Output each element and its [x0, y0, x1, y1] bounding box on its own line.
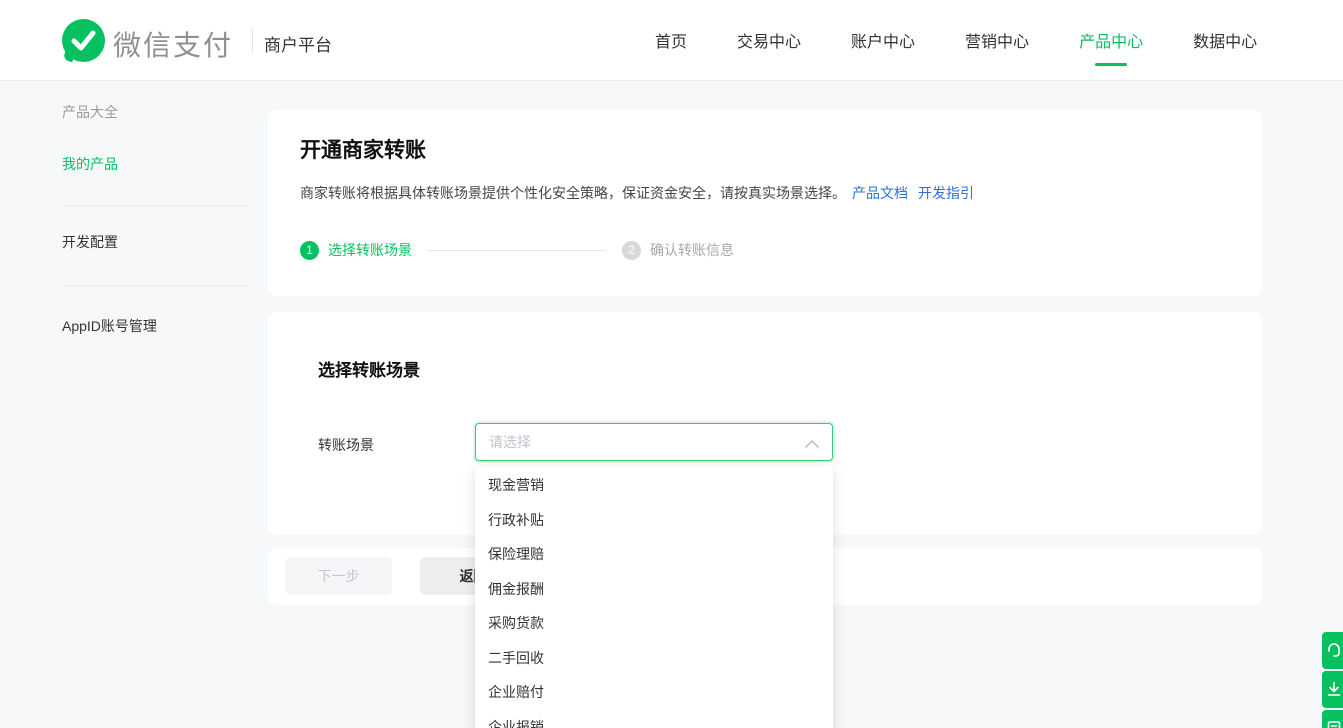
dev-guide-link[interactable]: 开发指引	[918, 185, 974, 201]
check-icon	[62, 19, 105, 62]
option-procurement-payment[interactable]: 采购货款	[475, 606, 833, 641]
chevron-up-icon	[805, 440, 819, 448]
step-1-label: 选择转账场景	[328, 240, 412, 260]
intro-card: 开通商家转账 商家转账将根据具体转账场景提供个性化安全策略，保证资金安全，请按真…	[268, 110, 1262, 296]
download-icon	[1326, 681, 1342, 697]
survey-icon	[1326, 720, 1342, 728]
nav-marketing-center[interactable]: 营销中心	[965, 0, 1029, 80]
wechat-pay-logo-icon	[62, 19, 105, 62]
portal-name: 商户平台	[264, 31, 332, 56]
step-connector	[428, 250, 606, 251]
nav-product-center[interactable]: 产品中心	[1079, 0, 1143, 80]
nav-transaction-center[interactable]: 交易中心	[737, 0, 801, 80]
download-tab[interactable]	[1322, 671, 1343, 708]
sidebar-divider	[62, 205, 250, 206]
next-step-button[interactable]: 下一步	[285, 557, 392, 595]
form-heading: 选择转账场景	[318, 356, 420, 381]
customer-service-icon	[1326, 642, 1342, 658]
header-divider	[252, 29, 253, 53]
product-doc-link[interactable]: 产品文档	[852, 185, 908, 201]
sidebar-divider	[62, 285, 250, 286]
survey-tab[interactable]	[1322, 710, 1343, 728]
step-2-circle: 2	[622, 241, 641, 260]
option-insurance-claim[interactable]: 保险理赔	[475, 537, 833, 572]
page-title: 开通商家转账	[300, 134, 426, 164]
option-enterprise-compensation[interactable]: 企业赔付	[475, 675, 833, 710]
option-admin-subsidy[interactable]: 行政补贴	[475, 503, 833, 538]
transfer-scene-dropdown: 现金营销 行政补贴 保险理赔 佣金报酬 采购货款 二手回收 企业赔付 企业报销	[475, 466, 833, 728]
select-placeholder: 请选择	[489, 432, 531, 452]
step-1-circle: 1	[300, 241, 319, 260]
sidebar-item-my-products[interactable]: 我的产品	[62, 154, 118, 174]
brand-wordmark: 微信支付	[113, 24, 233, 64]
option-cash-marketing[interactable]: 现金营销	[475, 468, 833, 503]
sidebar-item-product-catalog[interactable]: 产品大全	[62, 102, 118, 122]
nav-home[interactable]: 首页	[655, 0, 687, 80]
page-description: 商家转账将根据具体转账场景提供个性化安全策略，保证资金安全，请按真实场景选择。产…	[300, 182, 974, 204]
description-text: 商家转账将根据具体转账场景提供个性化安全策略，保证资金安全，请按真实场景选择。	[300, 185, 846, 201]
top-nav: 首页 交易中心 账户中心 营销中心 产品中心 数据中心	[655, 0, 1257, 80]
customer-service-tab[interactable]	[1322, 632, 1343, 669]
nav-account-center[interactable]: 账户中心	[851, 0, 915, 80]
sidebar-item-dev-config[interactable]: 开发配置	[62, 232, 118, 252]
sidebar-item-appid-management[interactable]: AppID账号管理	[62, 316, 157, 336]
top-header: 微信支付 商户平台 首页 交易中心 账户中心 营销中心 产品中心 数据中心	[0, 0, 1343, 81]
transfer-scene-select[interactable]: 请选择	[475, 423, 833, 461]
step-2-label: 确认转账信息	[650, 240, 734, 260]
nav-data-center[interactable]: 数据中心	[1193, 0, 1257, 80]
option-secondhand-recycle[interactable]: 二手回收	[475, 641, 833, 676]
option-enterprise-reimbursement[interactable]: 企业报销	[475, 710, 833, 728]
step-indicator: 1 选择转账场景 2 确认转账信息	[300, 240, 734, 260]
option-commission[interactable]: 佣金报酬	[475, 572, 833, 607]
transfer-scene-label: 转账场景	[318, 435, 374, 455]
